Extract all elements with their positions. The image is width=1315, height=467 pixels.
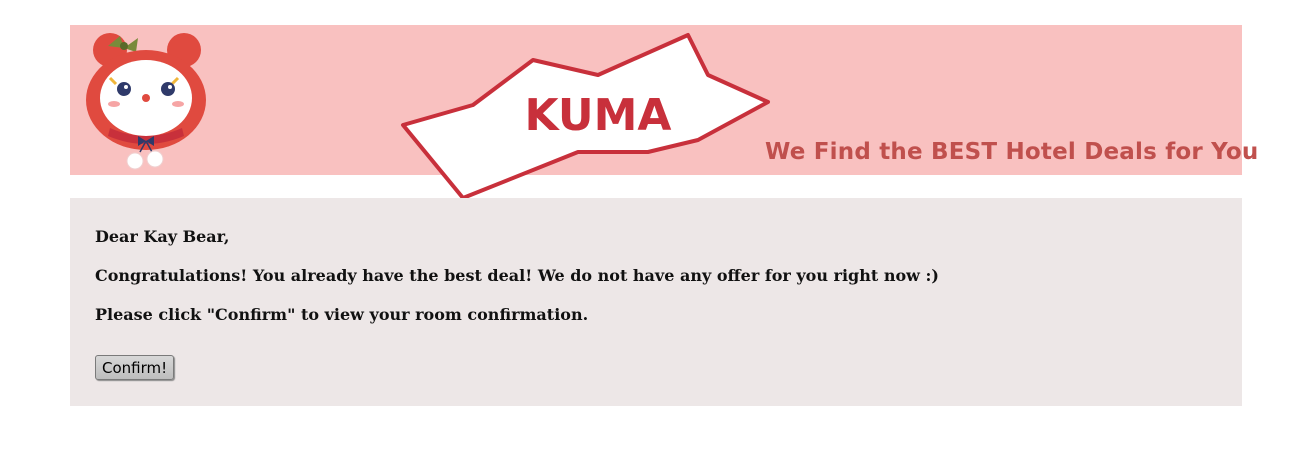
instruction-text: Please click "Confirm" to view your room… — [95, 305, 589, 324]
greeting-text: Dear Kay Bear, — [95, 227, 230, 246]
kuma-logo-burst: KUMA — [401, 33, 770, 200]
confirm-button[interactable]: Confirm! — [95, 355, 175, 380]
congrats-text: Congratulations! You already have the be… — [95, 266, 939, 285]
message-panel: Dear Kay Bear, Congratulations! You alre… — [70, 198, 1242, 406]
tagline: We Find the BEST Hotel Deals for You — [765, 139, 1259, 165]
bear-mascot-icon — [86, 33, 206, 170]
brand-logo-text: KUMA — [525, 90, 672, 141]
